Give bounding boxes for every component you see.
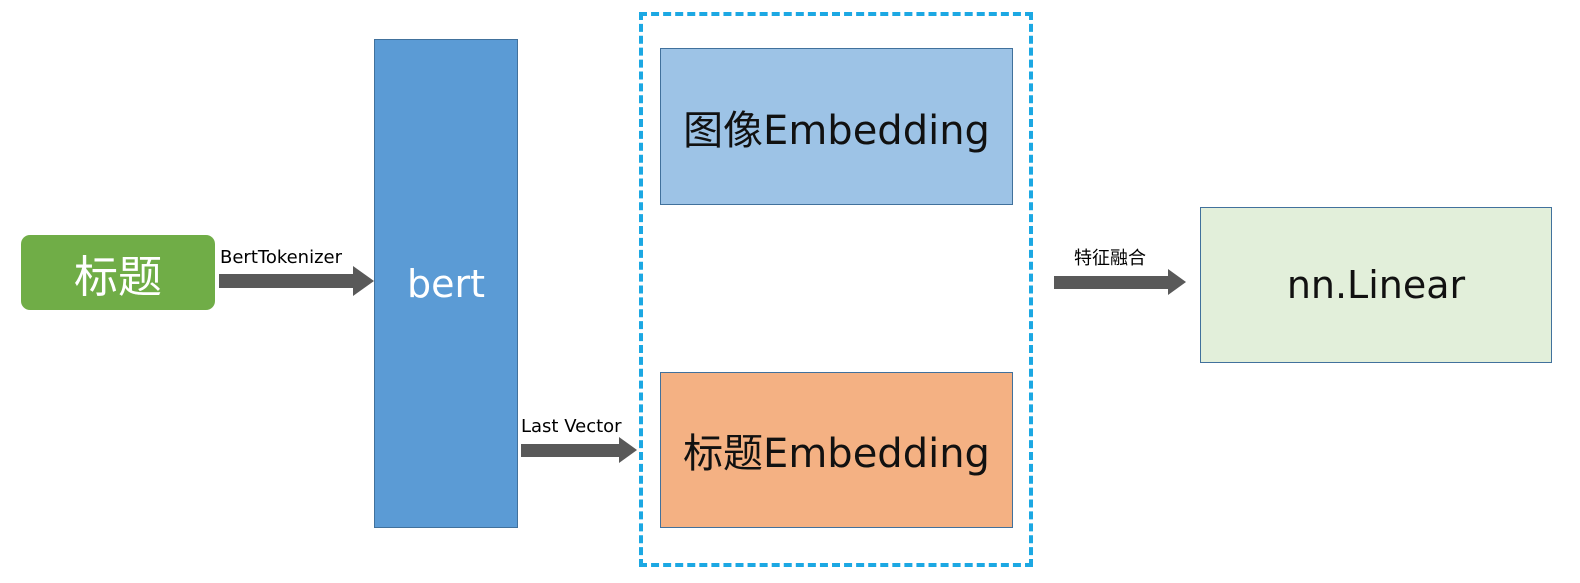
title-embedding-label: 标题Embedding <box>683 431 990 477</box>
arrow-tokenizer <box>219 266 374 296</box>
image-embedding-label: 图像Embedding <box>683 107 990 154</box>
fusion-edge-label: 特征融合 <box>1074 248 1146 269</box>
title-input-node: 标题 <box>21 235 215 310</box>
arrow-last-vector <box>521 437 637 463</box>
image-embedding-node: 图像Embedding <box>660 48 1013 205</box>
tokenizer-edge-label: BertTokenizer <box>220 247 343 268</box>
linear-label: nn.Linear <box>1286 263 1466 307</box>
bert-node: bert <box>374 39 518 528</box>
arrow-fusion <box>1054 269 1186 295</box>
title-embedding-node: 标题Embedding <box>660 372 1013 528</box>
bert-label: bert <box>406 261 486 306</box>
linear-node: nn.Linear <box>1200 207 1552 363</box>
title-input-label: 标题 <box>74 251 162 303</box>
last-vector-edge-label: Last Vector <box>521 416 622 437</box>
